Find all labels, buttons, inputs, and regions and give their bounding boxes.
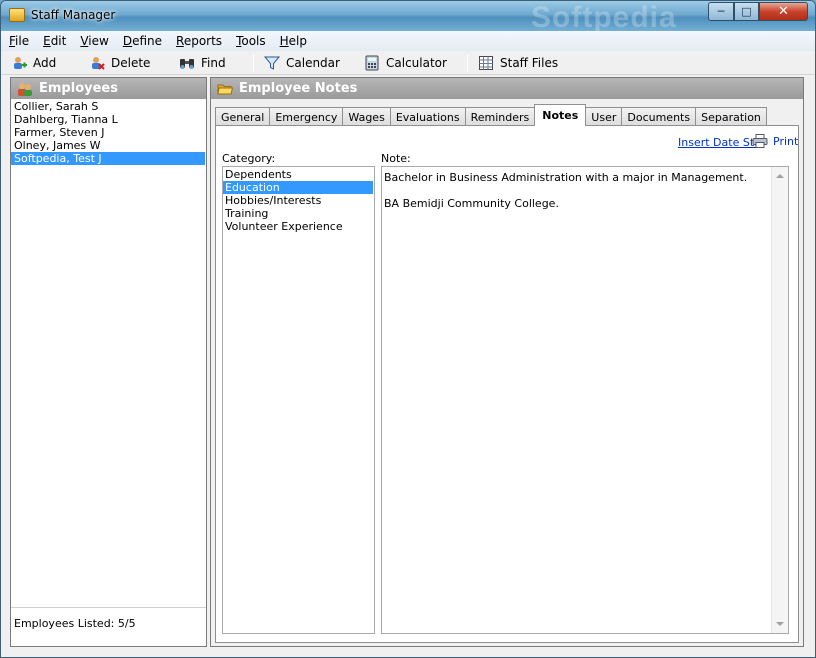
menu-tools[interactable]: Tools bbox=[236, 34, 266, 48]
window-title: Staff Manager bbox=[31, 8, 116, 22]
toolbar: Add Delete Find Calendar Calculator Staf… bbox=[1, 51, 815, 75]
delete-label: Delete bbox=[111, 56, 151, 70]
find-label: Find bbox=[201, 56, 226, 70]
menu-help[interactable]: Help bbox=[280, 34, 307, 48]
minimize-icon: ─ bbox=[717, 5, 725, 18]
open-folder-icon bbox=[217, 81, 234, 97]
employee-notes-header: Employee Notes bbox=[211, 78, 803, 99]
grid-document-icon bbox=[478, 55, 494, 71]
category-list-item[interactable]: Dependents bbox=[223, 168, 374, 181]
note-text[interactable]: Bachelor in Business Administration with… bbox=[384, 171, 764, 210]
print-button[interactable]: Print bbox=[752, 134, 798, 148]
staff-files-button[interactable]: Staff Files bbox=[478, 54, 558, 72]
minimize-button[interactable]: ─ bbox=[708, 2, 734, 21]
note-scrollbar[interactable] bbox=[771, 167, 788, 633]
printer-icon bbox=[752, 134, 768, 148]
employee-list-item[interactable]: Dahlberg, Tianna L bbox=[11, 113, 206, 126]
employee-list-item[interactable]: Olney, James W bbox=[11, 139, 206, 152]
staff-files-label: Staff Files bbox=[500, 56, 559, 70]
menu-define[interactable]: Define bbox=[123, 34, 162, 48]
calculator-label: Calculator bbox=[386, 56, 447, 70]
employee-notes-title: Employee Notes bbox=[239, 81, 358, 96]
close-button[interactable]: ✕ bbox=[759, 2, 808, 21]
filter-icon bbox=[263, 55, 281, 71]
employee-list[interactable]: Collier, Sarah S Dahlberg, Tianna L Farmer… bbox=[11, 99, 206, 165]
tab-documents[interactable]: Documents bbox=[621, 107, 697, 126]
category-label: Category: bbox=[222, 152, 276, 165]
calendar-label: Calendar bbox=[286, 56, 340, 70]
tab-reminders[interactable]: Reminders bbox=[464, 107, 536, 126]
scroll-down-icon[interactable] bbox=[776, 622, 784, 626]
scroll-up-icon[interactable] bbox=[776, 174, 784, 178]
tab-general[interactable]: General bbox=[215, 107, 271, 126]
close-icon: ✕ bbox=[778, 4, 789, 19]
menu-view[interactable]: View bbox=[80, 34, 108, 48]
add-label: Add bbox=[33, 56, 57, 70]
delete-user-icon bbox=[89, 55, 105, 71]
add-button[interactable]: Add bbox=[11, 54, 56, 72]
category-list-item[interactable]: Education bbox=[223, 181, 373, 194]
delete-button[interactable]: Delete bbox=[89, 54, 150, 72]
menu-file[interactable]: File bbox=[9, 34, 29, 48]
note-textarea[interactable]: Bachelor in Business Administration with… bbox=[381, 166, 789, 634]
calendar-button[interactable]: Calendar bbox=[263, 54, 340, 72]
print-label: Print bbox=[773, 134, 799, 148]
menu-bar: File Edit View Define Reports Tools Help bbox=[1, 31, 815, 51]
watermark-text: Softpedia bbox=[531, 1, 677, 34]
maximize-button[interactable]: □ bbox=[734, 2, 759, 21]
tab-evaluations[interactable]: Evaluations bbox=[389, 107, 466, 126]
notes-tab-content: Insert Date Sta Print Category: Note: De… bbox=[215, 125, 799, 643]
employee-list-item[interactable]: Farmer, Steven J bbox=[11, 126, 206, 139]
category-list-item[interactable]: Training bbox=[223, 207, 374, 220]
tab-notes[interactable]: Notes bbox=[534, 104, 587, 126]
employee-list-item[interactable]: Collier, Sarah S bbox=[11, 100, 206, 113]
employee-notes-panel: Employee Notes General Emergency Wages Eval… bbox=[210, 77, 804, 647]
binoculars-icon bbox=[179, 55, 195, 71]
tab-user[interactable]: User bbox=[585, 107, 623, 126]
category-list[interactable]: Dependents Education Hobbies/Interests Trai… bbox=[222, 166, 375, 634]
folder-icon bbox=[9, 8, 25, 22]
calculator-icon bbox=[364, 55, 380, 71]
calculator-button[interactable]: Calculator bbox=[364, 54, 447, 72]
employee-list-item[interactable]: Softpedia, Test J bbox=[11, 152, 205, 165]
title-bar[interactable]: Staff Manager Softpedia ─ □ ✕ bbox=[1, 1, 815, 34]
employees-panel: Employees Collier, Sarah S Dahlberg, Tian… bbox=[10, 77, 207, 647]
employees-icon bbox=[17, 81, 33, 97]
maximize-icon: □ bbox=[741, 5, 752, 18]
tab-separation[interactable]: Separation bbox=[695, 107, 767, 126]
note-label: Note: bbox=[381, 152, 411, 165]
toolbar-separator bbox=[467, 54, 468, 72]
insert-date-stamp-link[interactable]: Insert Date Sta bbox=[678, 136, 761, 149]
employees-count: Employees Listed: 5/5 bbox=[11, 607, 206, 646]
find-button[interactable]: Find bbox=[179, 54, 226, 72]
tab-emergency[interactable]: Emergency bbox=[269, 107, 344, 126]
tab-wages[interactable]: Wages bbox=[342, 107, 391, 126]
menu-edit[interactable]: Edit bbox=[43, 34, 66, 48]
add-user-icon bbox=[11, 55, 27, 71]
menu-reports[interactable]: Reports bbox=[176, 34, 222, 48]
employees-title: Employees bbox=[39, 81, 118, 96]
employees-header: Employees bbox=[11, 78, 206, 99]
app-window: Staff Manager Softpedia ─ □ ✕ File Edit … bbox=[0, 0, 816, 658]
category-list-item[interactable]: Hobbies/Interests bbox=[223, 194, 374, 207]
notes-tab-strip: General Emergency Wages Evaluations Reminder… bbox=[215, 104, 767, 126]
category-list-item[interactable]: Volunteer Experience bbox=[223, 220, 374, 233]
toolbar-separator bbox=[253, 54, 254, 72]
